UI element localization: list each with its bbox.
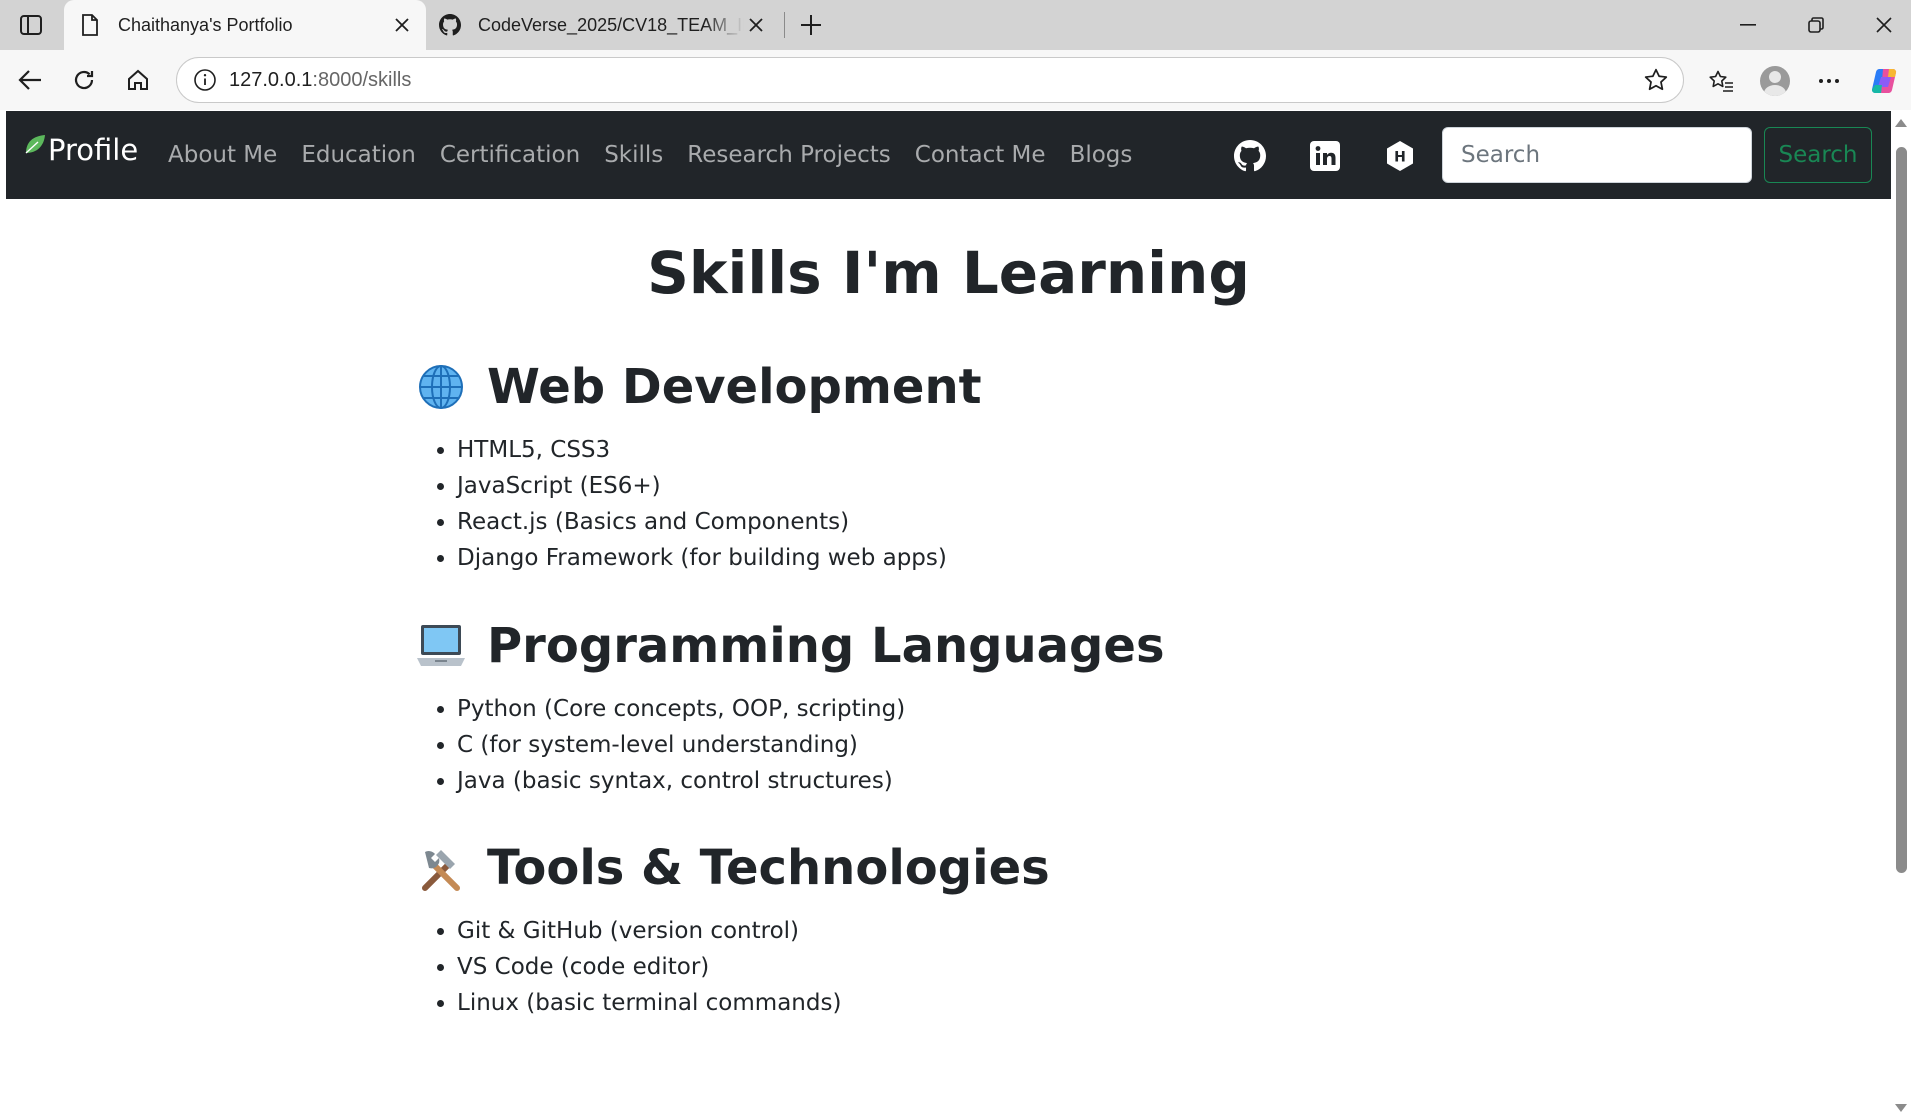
tab-title: CodeVerse_2025/CV18_TEAM_ID/ <box>478 14 744 35</box>
list-item: Python (Core concepts, OOP, scripting) <box>457 691 1415 727</box>
address-bar[interactable]: 127.0.0.1:8000/skills <box>176 57 1684 103</box>
minimize-icon[interactable] <box>1728 8 1768 42</box>
browser-tab-github[interactable]: CodeVerse_2025/CV18_TEAM_ID/ <box>430 0 780 50</box>
nav-links: About Me Education Certification Skills … <box>168 111 1156 199</box>
nav-link-contact-me[interactable]: Contact Me <box>915 142 1046 168</box>
search-button[interactable]: Search <box>1764 127 1872 183</box>
globe-icon <box>415 361 467 413</box>
svg-text:H: H <box>1394 150 1406 166</box>
site-navbar: Profile About Me Education Certification… <box>6 111 1891 199</box>
github-icon <box>438 13 462 37</box>
close-tab-icon[interactable] <box>744 13 768 37</box>
section-heading: Programming Languages <box>415 613 1415 679</box>
list-item: C (for system-level understanding) <box>457 727 1415 763</box>
browser-tab-strip: Chaithanya's Portfolio CodeVerse_2025/CV… <box>0 0 1911 50</box>
linkedin-icon[interactable] <box>1308 139 1342 173</box>
favorite-star-icon[interactable] <box>1643 67 1669 98</box>
list-item: Git & GitHub (version control) <box>457 913 1415 949</box>
close-tab-icon[interactable] <box>390 13 414 37</box>
more-options-icon[interactable] <box>1810 62 1848 100</box>
url-path: :8000/skills <box>312 68 412 91</box>
page-viewport: Profile About Me Education Certification… <box>6 111 1891 1118</box>
list-item: Java (basic syntax, control structures) <box>457 763 1415 799</box>
leaf-icon <box>25 135 45 154</box>
close-window-icon[interactable] <box>1864 8 1904 42</box>
brand-logo[interactable]: Profile <box>24 133 138 167</box>
nav-link-blogs[interactable]: Blogs <box>1070 142 1133 168</box>
list-item: HTML5, CSS3 <box>457 432 1415 468</box>
home-icon[interactable] <box>120 62 156 98</box>
nav-link-education[interactable]: Education <box>301 142 416 168</box>
section-heading: Web Development <box>415 354 1415 420</box>
github-icon[interactable] <box>1233 139 1267 173</box>
nav-link-about-me[interactable]: About Me <box>168 142 277 168</box>
section-heading: Tools & Technologies <box>415 835 1415 901</box>
site-info-icon[interactable] <box>183 68 227 92</box>
back-icon[interactable] <box>12 62 48 98</box>
favorites-icon[interactable] <box>1702 62 1740 100</box>
list-item: JavaScript (ES6+) <box>457 468 1415 504</box>
list-item: React.js (Basics and Components) <box>457 504 1415 540</box>
skill-list: Python (Core concepts, OOP, scripting) C… <box>415 691 1415 799</box>
nav-link-skills[interactable]: Skills <box>604 142 663 168</box>
list-item: VS Code (code editor) <box>457 949 1415 985</box>
search-input[interactable] <box>1442 127 1752 183</box>
browser-toolbar: 127.0.0.1:8000/skills <box>0 50 1911 110</box>
profile-avatar[interactable] <box>1756 62 1794 100</box>
copilot-icon[interactable] <box>1866 62 1904 100</box>
list-item: Django Framework (for building web apps) <box>457 540 1415 576</box>
url-text: 127.0.0.1:8000/skills <box>229 69 411 92</box>
skill-list: Git & GitHub (version control) VS Code (… <box>415 913 1415 1021</box>
skill-list: HTML5, CSS3 JavaScript (ES6+) React.js (… <box>415 432 1415 576</box>
section-heading-text: Web Development <box>487 359 982 415</box>
new-tab-icon[interactable] <box>796 10 826 40</box>
section-heading-text: Tools & Technologies <box>487 840 1050 896</box>
section-tools-technologies: Tools & Technologies Git & GitHub (versi… <box>415 835 1415 1021</box>
tab-actions-icon[interactable] <box>14 10 48 40</box>
tab-separator <box>784 12 785 38</box>
section-web-development: Web Development HTML5, CSS3 JavaScript (… <box>415 354 1415 576</box>
restore-icon[interactable] <box>1796 8 1836 42</box>
section-programming-languages: Programming Languages Python (Core conce… <box>415 613 1415 799</box>
section-heading-text: Programming Languages <box>487 618 1165 674</box>
refresh-icon[interactable] <box>66 62 102 98</box>
page-icon <box>78 13 102 37</box>
nav-link-certification[interactable]: Certification <box>440 142 580 168</box>
scroll-up-arrow-icon[interactable] <box>1895 119 1907 127</box>
scroll-down-arrow-icon[interactable] <box>1895 1104 1907 1112</box>
list-item: Linux (basic terminal commands) <box>457 985 1415 1021</box>
hashnode-icon[interactable]: H <box>1383 139 1417 173</box>
page-title: Skills I'm Learning <box>647 239 1250 307</box>
page-scrollbar[interactable] <box>1891 111 1911 1118</box>
browser-tab-portfolio[interactable]: Chaithanya's Portfolio <box>64 0 426 50</box>
tab-title: Chaithanya's Portfolio <box>118 14 293 35</box>
tools-icon <box>415 842 467 894</box>
laptop-icon <box>415 620 467 672</box>
brand-text: Profile <box>48 133 139 167</box>
nav-link-research-projects[interactable]: Research Projects <box>687 142 891 168</box>
url-host: 127.0.0.1 <box>229 68 313 91</box>
scrollbar-thumb[interactable] <box>1896 147 1907 873</box>
